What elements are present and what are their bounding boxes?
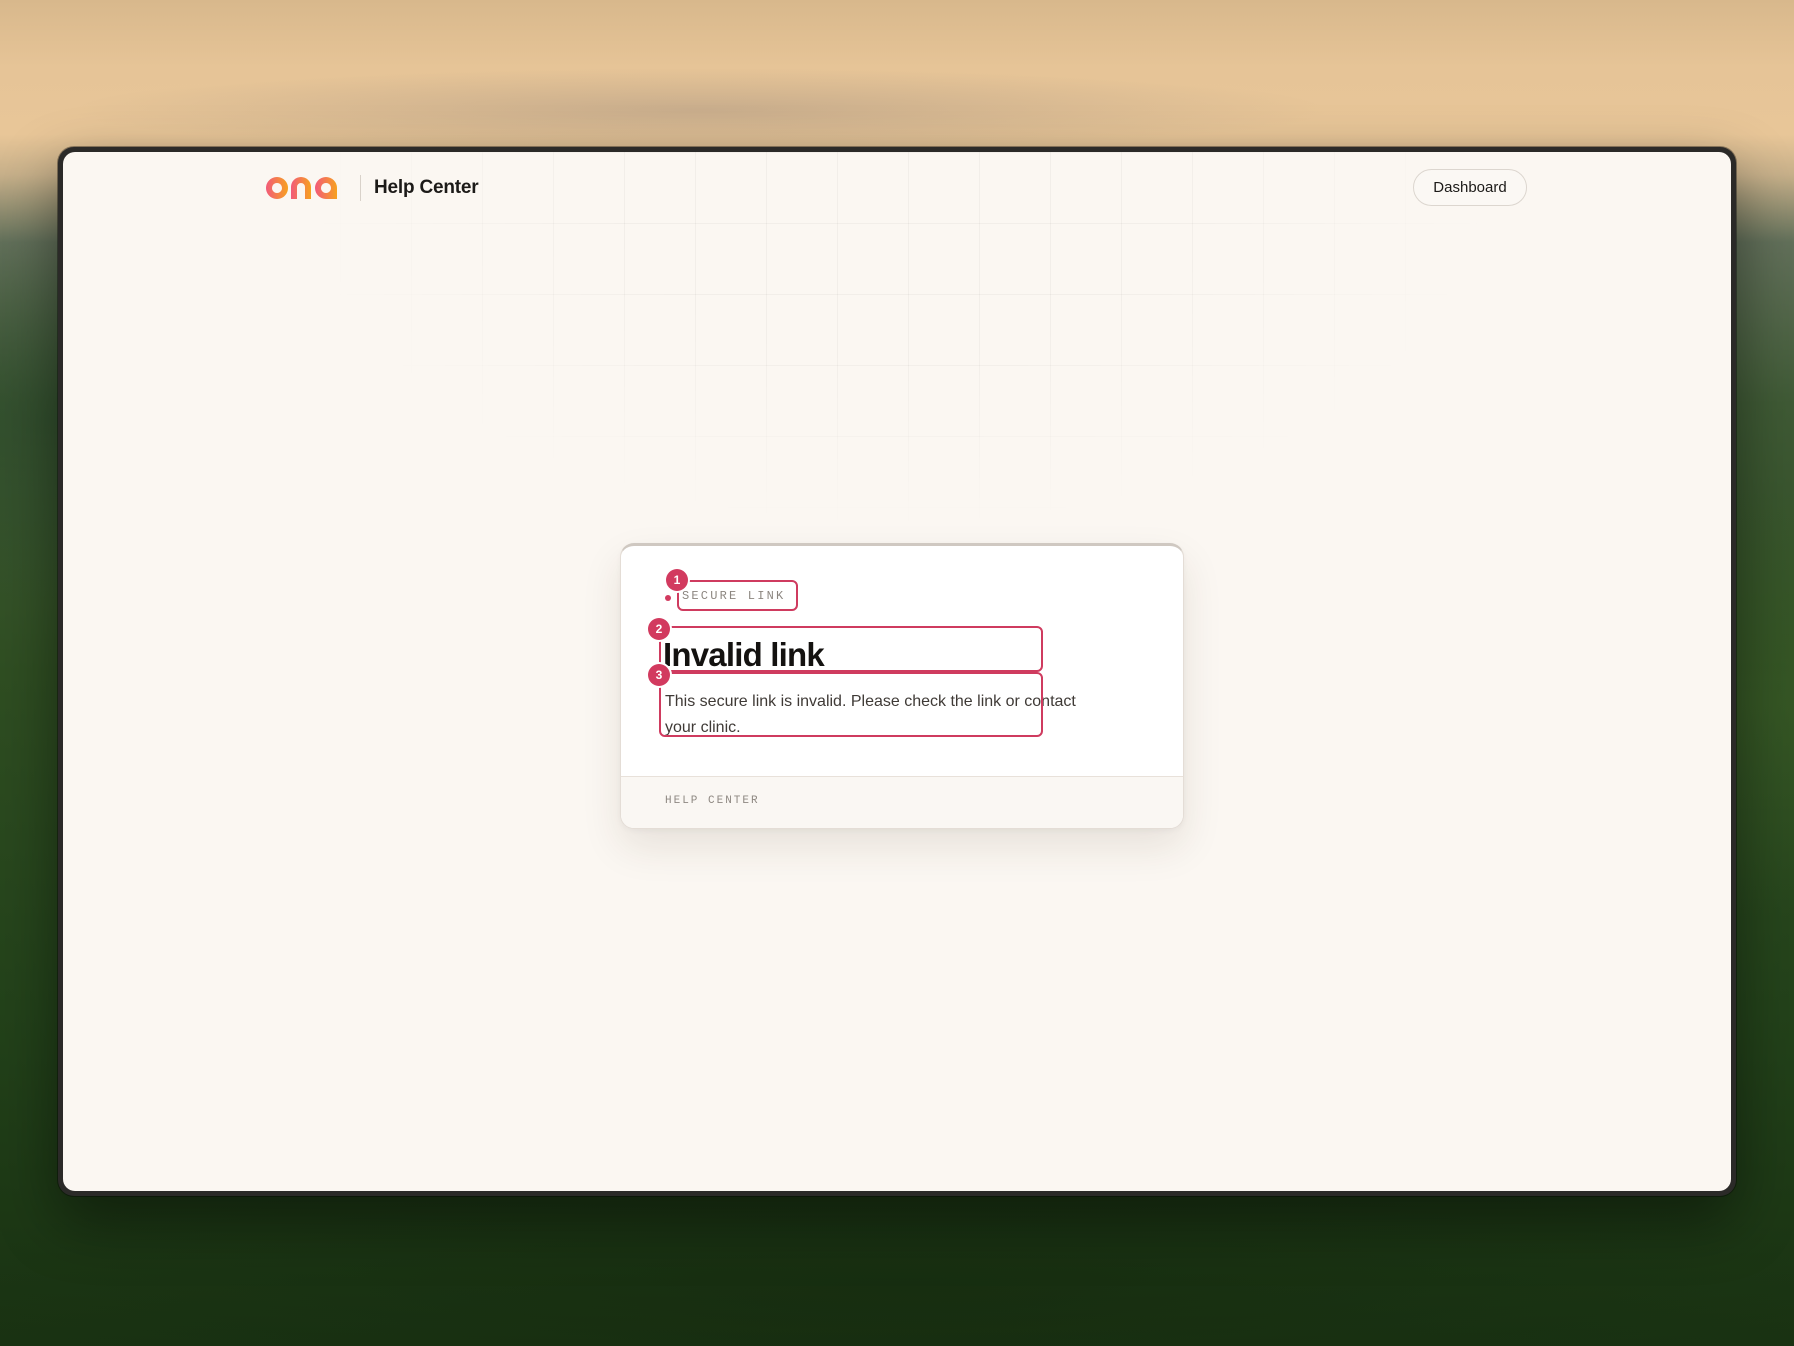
card-title: Invalid link [663, 636, 825, 673]
browser-window: ona Help Center Dashboard SECURE LINK In… [58, 147, 1736, 1196]
app-name: Help Center [374, 177, 479, 198]
status-card: SECURE LINK Invalid link This secure lin… [620, 543, 1184, 829]
brand-home-link[interactable]: ona Help Center [264, 173, 479, 203]
brand-divider [360, 175, 361, 201]
annotation-badge-2: 2 [648, 618, 670, 640]
card-description: This secure link is invalid. Please chec… [665, 693, 1076, 736]
card-eyebrow: SECURE LINK [682, 589, 786, 603]
page-viewport: ona Help Center Dashboard SECURE LINK In… [63, 152, 1731, 1191]
status-dot [665, 595, 671, 601]
dashboard-button[interactable]: Dashboard [1413, 169, 1527, 206]
card-footer: HELP CENTER [621, 776, 1183, 828]
ona-logo: ona [266, 177, 337, 199]
top-navigation: ona Help Center Dashboard [63, 152, 1731, 222]
annotation-badge-3: 3 [648, 664, 670, 686]
annotation-badge-1: 1 [666, 569, 688, 591]
card-footer-label: HELP CENTER [665, 795, 760, 807]
